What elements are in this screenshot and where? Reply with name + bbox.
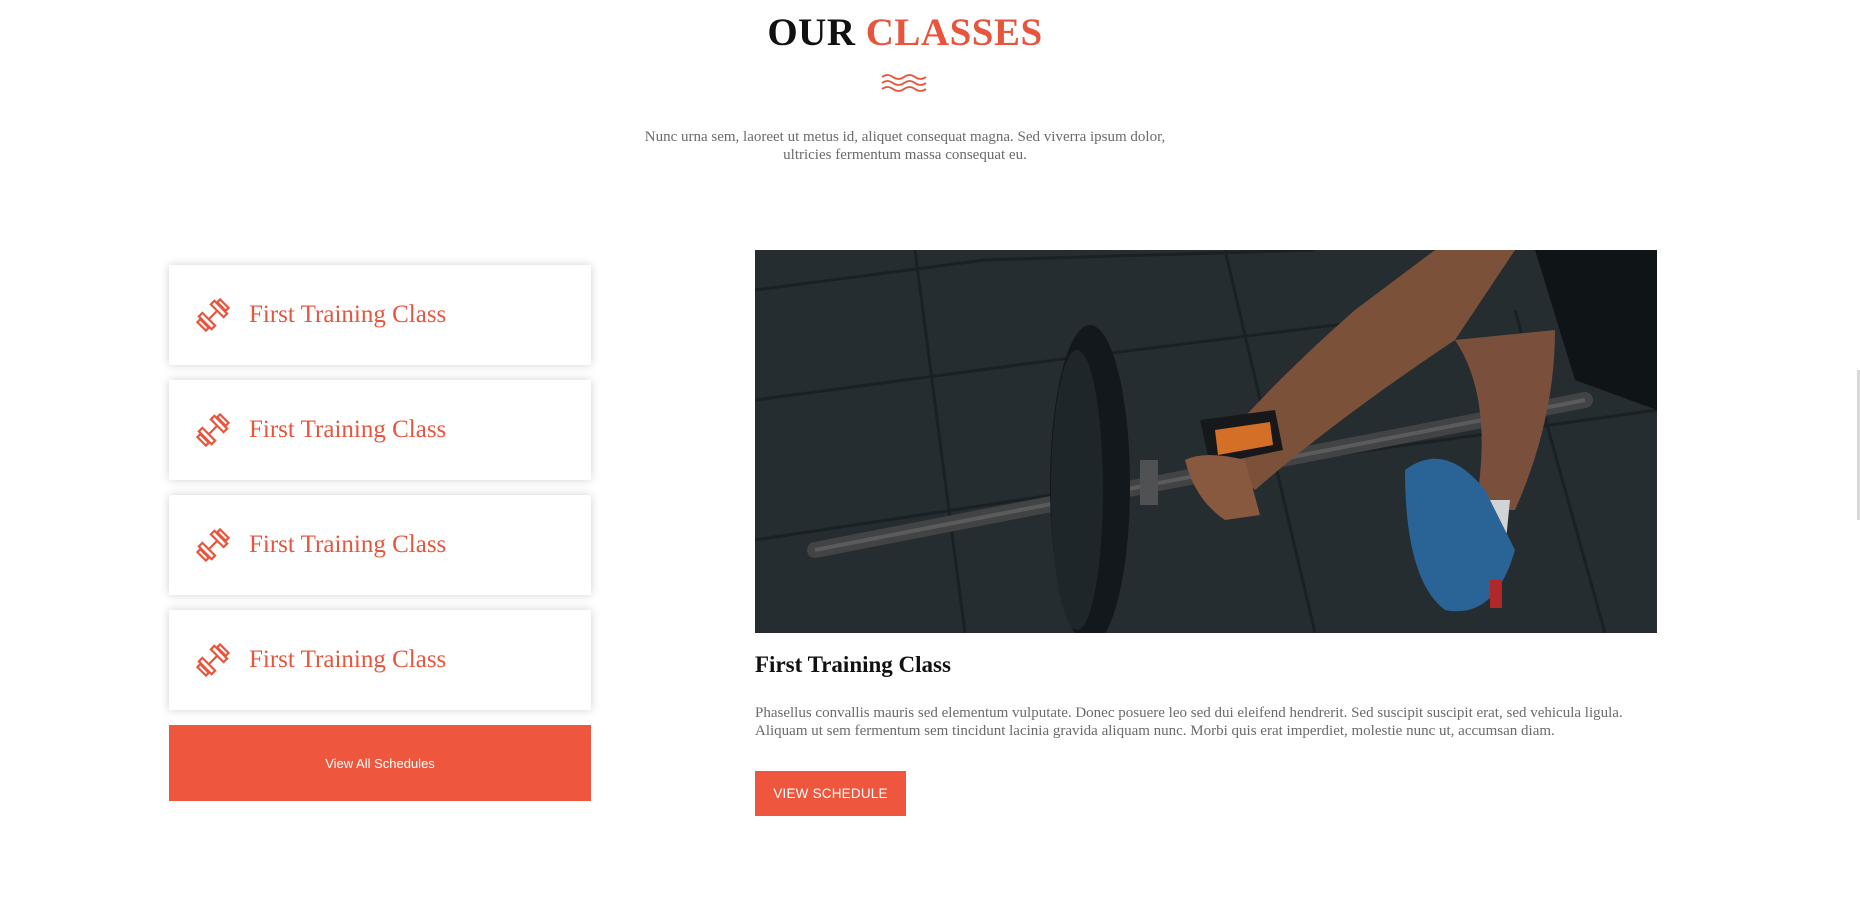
class-item-label: First Training Class bbox=[249, 301, 447, 328]
detail-title: First Training Class bbox=[755, 652, 951, 677]
dumbbell-icon bbox=[195, 527, 231, 563]
wave-divider-icon bbox=[881, 74, 927, 92]
section-title: OUR CLASSES bbox=[0, 8, 1810, 58]
class-photo bbox=[755, 250, 1657, 633]
detail-description: Phasellus convallis mauris sed elementum… bbox=[755, 705, 1623, 739]
dumbbell-icon bbox=[195, 642, 231, 678]
section-description: Nunc urna sem, laoreet ut metus id, aliq… bbox=[644, 129, 1166, 163]
view-schedule-button[interactable]: VIEW SCHEDULE bbox=[755, 771, 906, 816]
class-item-label: First Training Class bbox=[249, 646, 447, 673]
class-item[interactable]: First Training Class bbox=[169, 380, 591, 480]
class-item[interactable]: First Training Class bbox=[169, 265, 591, 365]
class-item-label: First Training Class bbox=[249, 416, 447, 443]
view-all-schedules-button[interactable]: View All Schedules bbox=[169, 725, 591, 801]
dumbbell-icon bbox=[195, 412, 231, 448]
dumbbell-icon bbox=[195, 297, 231, 333]
class-item-label: First Training Class bbox=[249, 531, 447, 558]
section-title-part1: OUR bbox=[767, 11, 856, 54]
class-list: First Training Class First Training Clas… bbox=[169, 265, 591, 801]
class-item[interactable]: First Training Class bbox=[169, 495, 591, 595]
class-item[interactable]: First Training Class bbox=[169, 610, 591, 710]
section-title-part2: CLASSES bbox=[865, 11, 1043, 54]
